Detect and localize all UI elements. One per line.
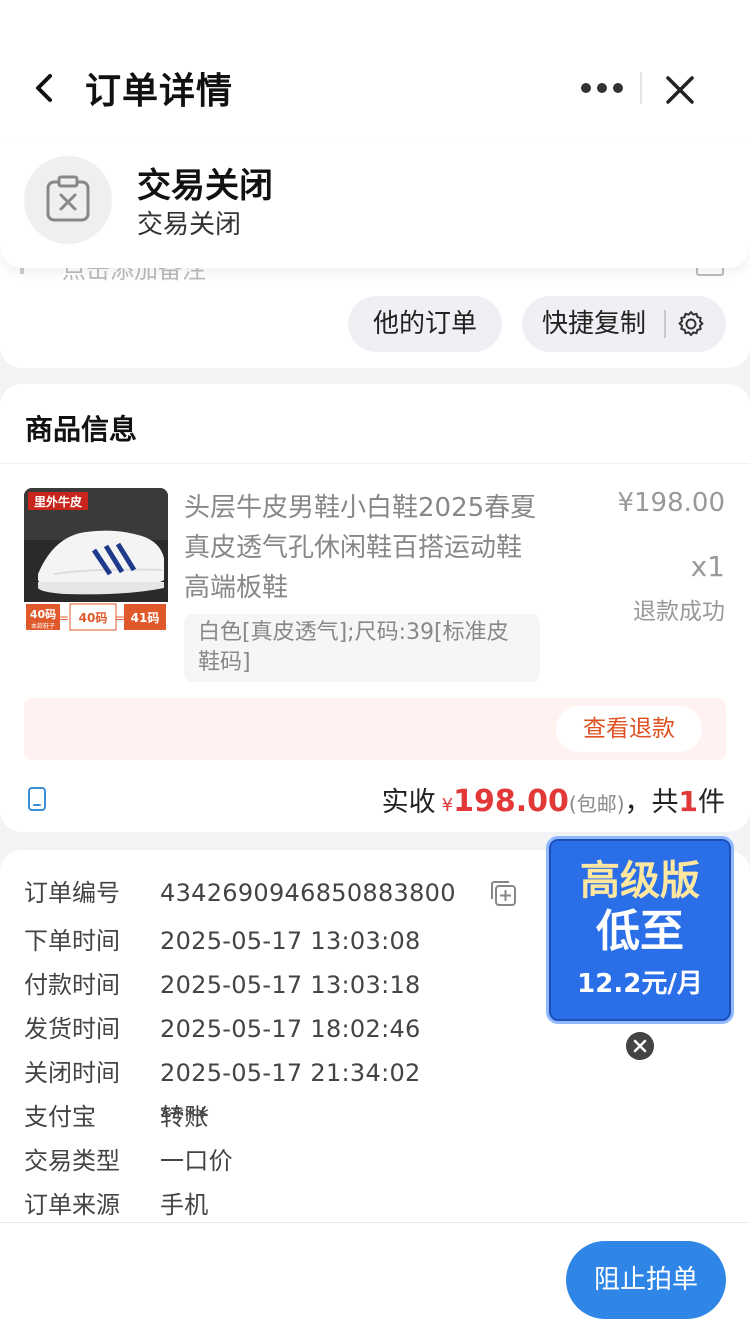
info-value: 2025-05-17 13:03:18: [160, 971, 421, 999]
chevron-left-icon[interactable]: [30, 70, 60, 106]
info-label: 发货时间: [24, 1015, 120, 1043]
info-value: 2025-05-17 13:03:08: [160, 927, 421, 955]
more-dots-icon[interactable]: [578, 76, 626, 100]
total-count: 1: [678, 785, 698, 818]
quick-copy-button[interactable]: 快捷复制: [522, 296, 726, 352]
order-total: 实收 ¥198.00(包邮)，共1件: [382, 780, 725, 819]
info-label: 订单编号: [24, 879, 120, 907]
product-sku: 白色[真皮透气];尺码:39[标准皮鞋码]: [184, 614, 540, 682]
shipping-note: (包邮): [568, 792, 625, 816]
phone-device-icon: [28, 787, 46, 811]
product-quantity: x1: [690, 550, 725, 583]
total-amount: 198.00: [453, 784, 569, 819]
closed-clipboard-icon: [46, 175, 90, 222]
nav-divider: [640, 72, 642, 104]
bottom-action-bar: 阻止拍单: [0, 1222, 750, 1334]
info-label: 关闭时间: [24, 1059, 120, 1087]
gear-icon[interactable]: [676, 309, 706, 339]
promo-close-icon[interactable]: [626, 1032, 654, 1060]
top-nav-bar: 订单详情: [0, 0, 750, 140]
refund-status: 退款成功: [633, 599, 725, 625]
total-currency: ¥: [441, 795, 454, 816]
info-label: 下单时间: [24, 927, 120, 955]
total-label: 实收: [381, 787, 436, 818]
his-orders-button[interactable]: 他的订单: [348, 296, 502, 352]
order-number: 4342690946850883800: [160, 879, 456, 907]
info-label: 支付宝: [24, 1103, 96, 1131]
status-subtitle: 交易关闭: [137, 210, 242, 240]
premium-promo-banner[interactable]: 高级版 低至 12.2元/月: [546, 836, 734, 1024]
thumb-tag-3: 41码: [131, 611, 160, 625]
total-unit: 件: [698, 787, 725, 818]
thumb-banner-text: 里外牛皮: [34, 494, 82, 509]
page-title: 订单详情: [85, 71, 234, 112]
promo-line-1: 高级版: [580, 858, 700, 904]
product-price: ¥198.00: [617, 488, 725, 518]
thumb-tag-1-sub: 本款鞋子: [31, 622, 55, 630]
transfer-link[interactable]: 转账: [160, 1100, 209, 1134]
status-title: 交易关闭: [137, 166, 273, 206]
close-icon[interactable]: [660, 70, 700, 110]
goods-info-card: 商品信息 里外牛皮 40码 本款鞋子 = 40码 = 41码 头层牛皮男鞋小白鞋…: [0, 384, 750, 832]
thumb-tag-2: 40码: [79, 611, 108, 625]
info-value: 手机: [160, 1191, 209, 1219]
goods-divider: [0, 463, 750, 464]
svg-text:=: =: [59, 611, 69, 625]
info-value: 2025-05-17 18:02:46: [160, 1015, 421, 1043]
goods-section-title: 商品信息: [25, 413, 138, 446]
refund-bar: 查看退款: [24, 698, 726, 760]
order-status-card: 交易关闭 交易关闭: [0, 140, 750, 268]
info-label: 交易类型: [24, 1147, 120, 1175]
promo-line-3: 12.2元/月: [577, 969, 703, 999]
quick-copy-label: 快捷复制: [542, 309, 647, 339]
svg-text:=: =: [115, 611, 125, 625]
product-image[interactable]: 里外牛皮 40码 本款鞋子 = 40码 = 41码: [24, 488, 168, 632]
info-value: 2025-05-17 21:34:02: [160, 1059, 421, 1087]
info-label: 付款时间: [24, 971, 120, 999]
copy-icon[interactable]: [488, 878, 518, 908]
info-label: 订单来源: [24, 1191, 120, 1219]
total-sep: ，共: [624, 787, 679, 818]
product-title[interactable]: 头层牛皮男鞋小白鞋2025春夏真皮透气孔休闲鞋百搭运动鞋高端板鞋: [184, 488, 544, 608]
block-order-button[interactable]: 阻止拍单: [566, 1241, 726, 1319]
thumb-tag-1: 40码: [30, 608, 56, 621]
status-icon-wrap: [24, 156, 112, 244]
promo-line-2: 低至: [596, 906, 684, 957]
view-refund-button[interactable]: 查看退款: [556, 706, 702, 752]
pill-divider: [664, 310, 666, 338]
info-value: 一口价: [160, 1147, 233, 1175]
